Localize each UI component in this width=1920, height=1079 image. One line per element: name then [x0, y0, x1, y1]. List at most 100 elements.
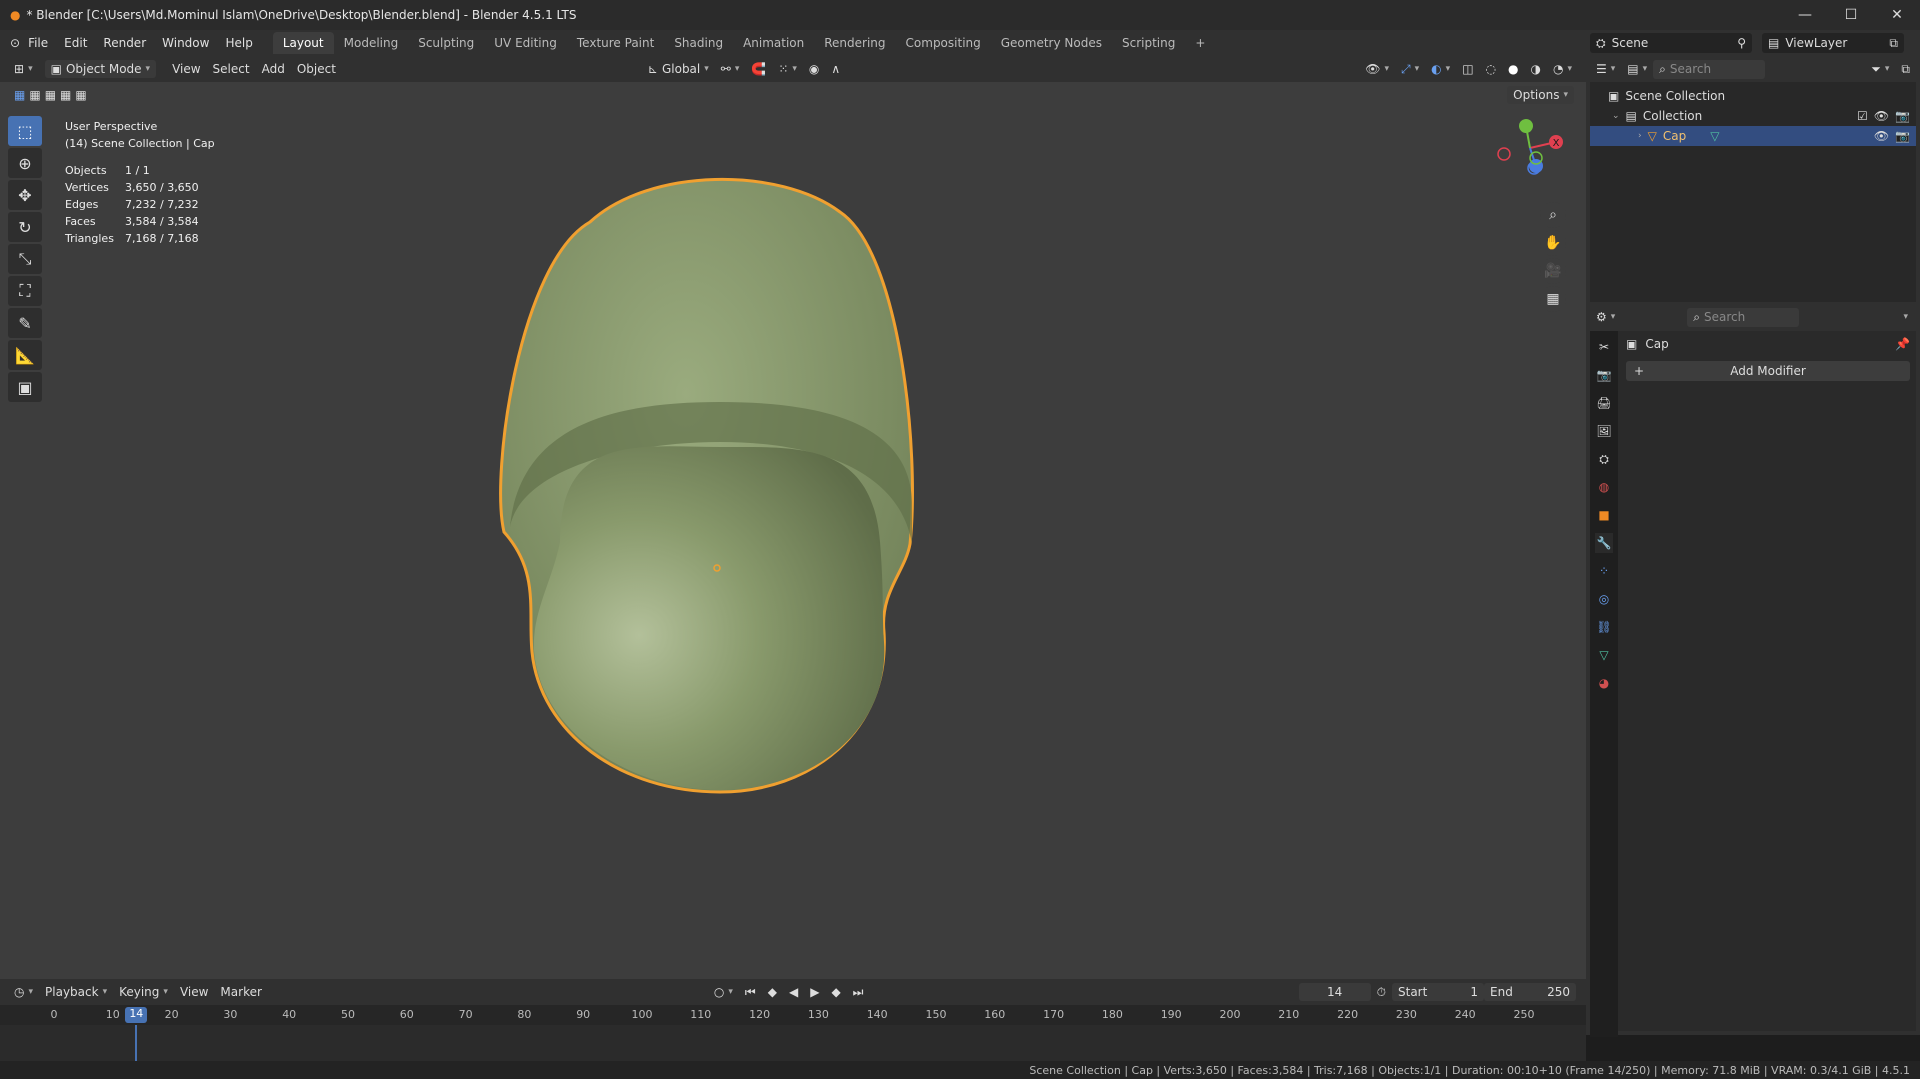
menu-select[interactable]: Select: [207, 60, 256, 78]
play-icon[interactable]: ▶: [804, 983, 825, 1001]
camera-icon[interactable]: 📷: [1895, 129, 1910, 143]
scene-tab-icon[interactable]: ⛭: [1595, 449, 1613, 469]
material-shading-icon[interactable]: ◑: [1525, 60, 1547, 78]
tab-modeling[interactable]: Modeling: [334, 32, 409, 54]
gizmo-toggle-icon[interactable]: ⤢ ▾: [1395, 60, 1425, 79]
world-tab-icon[interactable]: ◍: [1595, 477, 1613, 497]
rotate-tool-icon[interactable]: ↻: [8, 212, 42, 242]
start-frame-field[interactable]: Start 1: [1392, 983, 1484, 1001]
add-modifier-button[interactable]: + Add Modifier: [1626, 361, 1910, 381]
navigation-gizmo[interactable]: X: [1484, 118, 1570, 188]
outliner-editor-icon[interactable]: ☰ ▾: [1590, 60, 1621, 78]
chevron-right-icon[interactable]: ›: [1638, 131, 1642, 141]
pin-icon[interactable]: 📌: [1895, 337, 1910, 351]
proportional-edit-icon[interactable]: ◉: [803, 60, 825, 78]
rendered-shading-icon[interactable]: ◔ ▾: [1547, 60, 1578, 78]
snap-target-icon[interactable]: ⁙ ▾: [772, 60, 803, 78]
end-frame-field[interactable]: End 250: [1484, 983, 1576, 1001]
tool-tab-icon[interactable]: ✂: [1595, 337, 1613, 357]
add-cube-tool-icon[interactable]: ▣: [8, 372, 42, 402]
exclude-checkbox[interactable]: ☑: [1857, 109, 1868, 123]
solid-shading-icon[interactable]: ●: [1502, 60, 1524, 78]
tab-animation[interactable]: Animation: [733, 32, 814, 54]
frame-ruler[interactable]: 0 10 20 30 40 50 60 70 80 90 100 110 120 130 140 150 160…: [0, 1005, 1586, 1025]
jump-keyframe-back-icon[interactable]: ◆: [762, 983, 783, 1001]
outliner-item-cap[interactable]: › ▽ Cap ▽ 👁 📷: [1590, 126, 1916, 146]
select-box-modes[interactable]: ▦ ▦ ▦ ▦ ▦: [8, 86, 93, 104]
select-intersect-icon[interactable]: ▦: [75, 88, 86, 102]
menu-window[interactable]: Window: [154, 36, 217, 50]
wireframe-shading-icon[interactable]: ◌: [1480, 60, 1502, 78]
cap-mesh[interactable]: [480, 172, 960, 812]
camera-icon[interactable]: 📷: [1895, 109, 1910, 123]
menu-edit[interactable]: Edit: [56, 36, 95, 50]
overlay-toggle-icon[interactable]: ◐ ▾: [1425, 60, 1456, 78]
properties-search-input[interactable]: ⌕ Search: [1687, 307, 1800, 327]
minimize-button[interactable]: —: [1782, 0, 1828, 30]
data-tab-icon[interactable]: ▽: [1595, 645, 1613, 665]
outliner-item-scene-collection[interactable]: ▣ Scene Collection: [1590, 86, 1916, 106]
camera-view-icon[interactable]: 🎥: [1540, 258, 1566, 284]
new-view-layer-icon[interactable]: ⧉: [1889, 36, 1898, 51]
zoom-icon[interactable]: ⌕: [1540, 202, 1566, 228]
transform-tool-icon[interactable]: ⛶: [8, 276, 42, 306]
view-layer-selector[interactable]: ▤ ViewLayer ⧉: [1762, 33, 1904, 53]
output-tab-icon[interactable]: 🖨: [1595, 393, 1613, 413]
menu-keying[interactable]: Keying ▾: [113, 983, 174, 1001]
tab-compositing[interactable]: Compositing: [896, 32, 991, 54]
scale-tool-icon[interactable]: ⤡: [8, 244, 42, 274]
select-extend-icon[interactable]: ▦: [29, 88, 40, 102]
pan-hand-icon[interactable]: ✋: [1540, 230, 1566, 256]
timeline-track-area[interactable]: [0, 1025, 1586, 1061]
add-workspace-icon[interactable]: +: [1185, 32, 1215, 54]
menu-add[interactable]: Add: [256, 60, 291, 78]
select-invert-icon[interactable]: ▦: [60, 88, 71, 102]
transform-orientation-selector[interactable]: ⊾ Global ▾: [642, 60, 715, 78]
menu-help[interactable]: Help: [217, 36, 260, 50]
pivot-icon[interactable]: ⚯ ▾: [715, 60, 746, 78]
chevron-down-icon[interactable]: ▾: [1903, 312, 1908, 322]
menu-marker[interactable]: Marker: [214, 983, 267, 1001]
tab-shading[interactable]: Shading: [664, 32, 733, 54]
current-frame-field[interactable]: 14: [1298, 983, 1371, 1001]
annotate-tool-icon[interactable]: ✎: [8, 308, 42, 338]
pin-icon[interactable]: ⚲: [1737, 36, 1746, 50]
editor-type-icon[interactable]: ⊞ ▾: [8, 60, 39, 78]
tab-texture-paint[interactable]: Texture Paint: [567, 32, 664, 54]
eye-icon[interactable]: 👁: [1874, 129, 1889, 143]
physics-tab-icon[interactable]: ◎: [1595, 589, 1613, 609]
xray-icon[interactable]: ◫: [1456, 60, 1479, 78]
cursor-tool-icon[interactable]: ⊕: [8, 148, 42, 178]
constraints-tab-icon[interactable]: ⛓: [1595, 617, 1613, 637]
scene-selector[interactable]: ⛭ Scene ⚲: [1590, 33, 1752, 53]
select-new-icon[interactable]: ▦: [14, 88, 25, 102]
filter-icon[interactable]: ⏷ ▾: [1865, 60, 1895, 79]
tab-sculpting[interactable]: Sculpting: [408, 32, 484, 54]
outliner-item-collection[interactable]: ⌄ ▤ Collection ☑ 👁 📷: [1590, 106, 1916, 126]
visibility-icon[interactable]: 👁 ▾: [1359, 60, 1395, 78]
new-collection-icon[interactable]: ⧉: [1895, 60, 1916, 79]
jump-end-icon[interactable]: ⏭: [847, 983, 870, 1002]
tab-layout[interactable]: Layout: [272, 32, 334, 54]
render-tab-icon[interactable]: 📷: [1595, 365, 1613, 385]
properties-editor-icon[interactable]: ⚙ ▾: [1590, 308, 1621, 326]
mode-selector[interactable]: ▣ Object Mode ▾: [44, 60, 157, 78]
falloff-icon[interactable]: ∧: [825, 60, 846, 78]
jump-keyframe-forward-icon[interactable]: ◆: [825, 983, 846, 1001]
auto-keying-icon[interactable]: ○ ▾: [708, 983, 739, 1001]
menu-view[interactable]: View: [166, 60, 206, 78]
tab-scripting[interactable]: Scripting: [1112, 32, 1185, 54]
snap-icon[interactable]: 🧲: [745, 60, 772, 78]
material-tab-icon[interactable]: ◕: [1595, 673, 1613, 693]
perspective-toggle-icon[interactable]: ▦: [1540, 286, 1566, 312]
menu-file[interactable]: File: [20, 36, 56, 50]
select-subtract-icon[interactable]: ▦: [45, 88, 56, 102]
tab-rendering[interactable]: Rendering: [814, 32, 895, 54]
stopwatch-icon[interactable]: ⏱: [1371, 983, 1392, 1002]
options-dropdown[interactable]: Options ▾: [1507, 86, 1574, 104]
menu-object[interactable]: Object: [291, 60, 342, 78]
chevron-down-icon[interactable]: ⌄: [1612, 111, 1620, 121]
select-box-tool-icon[interactable]: ⬚: [8, 116, 42, 146]
menu-timeline-view[interactable]: View: [174, 983, 214, 1001]
playhead-line[interactable]: [135, 1025, 138, 1061]
